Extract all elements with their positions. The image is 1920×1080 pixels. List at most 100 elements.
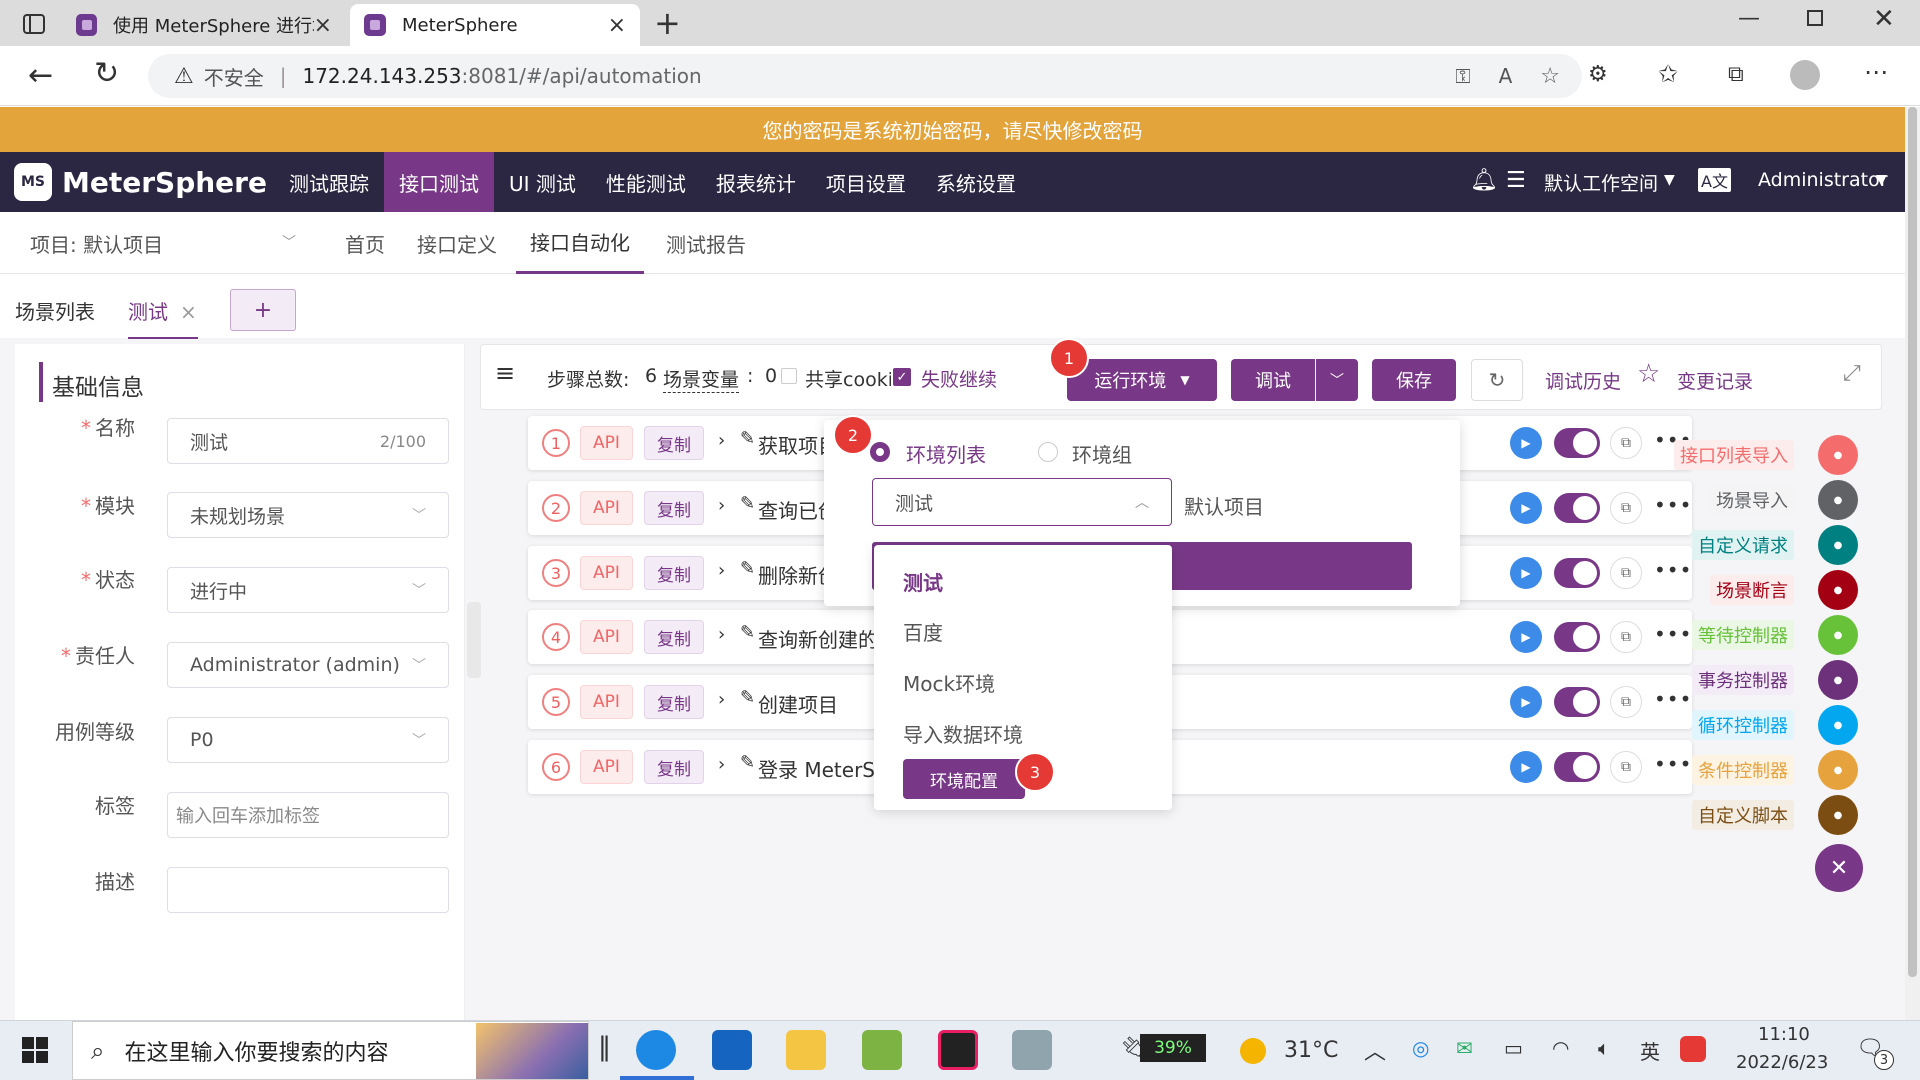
change-log-link[interactable]: 变更记录 [1677,367,1753,394]
refresh-icon[interactable]: ↻ [94,56,119,91]
share-cookie-checkbox[interactable] [781,368,797,384]
app-l-icon[interactable] [712,1030,752,1070]
wifi-icon[interactable]: ◠ [1552,1036,1569,1060]
run-step-icon[interactable]: ▶ [1510,492,1542,524]
project-select[interactable]: 项目: 默认项目 [30,212,163,274]
clock-date[interactable]: 2022/6/23 [1736,1052,1828,1073]
collapse-handle[interactable] [467,602,481,678]
nav-api-test[interactable]: 接口测试 [384,152,494,212]
wechat-icon[interactable]: ✉ [1456,1036,1473,1060]
edit-icon[interactable]: ✎ [740,687,755,708]
maximize-icon[interactable] [1807,10,1823,26]
subnav-api-automation[interactable]: 接口自动化 [516,212,644,274]
minimize-icon[interactable]: — [1738,6,1760,31]
chevron-right-icon[interactable]: › [718,430,725,451]
edit-icon[interactable]: ✎ [740,558,755,579]
nav-performance-test[interactable]: 性能测试 [591,152,701,212]
toolbox-label[interactable]: 循环控制器 [1692,710,1794,740]
ime-indicator[interactable]: 英 [1640,1036,1660,1065]
run-env-button[interactable]: 运行环境 ▼ [1067,359,1217,401]
tab-current-scenario[interactable]: 测试 × [128,296,198,339]
bell-icon[interactable]: 🔔︎ [1470,168,1498,193]
read-aloud-icon[interactable]: A [1499,64,1513,88]
module-select[interactable]: 未规划场景 ﹀ [167,492,449,538]
battery-icon[interactable]: ▭ [1504,1036,1523,1060]
nav-test-track[interactable]: 测试跟踪 [274,152,384,212]
task-view-icon[interactable]: ‖ [598,1032,611,1062]
copy-step-icon[interactable]: ⧉ [1610,492,1642,524]
more-options-icon[interactable]: ••• [1654,752,1692,776]
toolbox-label[interactable]: 场景断言 [1710,575,1794,605]
toolbox-icon[interactable]: ● [1818,705,1858,745]
run-step-icon[interactable]: ▶ [1510,427,1542,459]
edit-icon[interactable]: ✎ [740,493,755,514]
profile-avatar[interactable] [1790,60,1820,90]
volume-icon[interactable]: 🔈︎ [1598,1036,1610,1060]
app-tray-red-icon[interactable] [1680,1036,1706,1062]
copy-step-icon[interactable]: ⧉ [1610,557,1642,589]
env-option[interactable]: 导入数据环境 [903,719,1023,748]
toolbox-icon[interactable]: ● [1818,570,1858,610]
more-menu-icon[interactable]: ⋯ [1864,58,1888,86]
workspace-select[interactable]: 默认工作空间 [1544,169,1658,196]
copy-step-icon[interactable]: ⧉ [1610,621,1642,653]
close-tab-icon[interactable]: × [180,300,197,324]
taskbar-search[interactable]: ⌕ 在这里输入你要搜索的内容 [72,1021,589,1080]
copy-step-icon[interactable]: ⧉ [1610,751,1642,783]
owner-select[interactable]: Administrator (admin) ﹀ [167,642,449,688]
new-tab-icon[interactable]: + [654,4,681,42]
more-options-icon[interactable]: ••• [1654,493,1692,517]
close-toolbox-button[interactable]: ✕ [1815,844,1863,892]
level-select[interactable]: P0 ﹀ [167,717,449,763]
language-icon[interactable]: A文 [1698,168,1731,192]
subnav-api-definition[interactable]: 接口定义 [417,212,497,274]
save-button[interactable]: 保存 [1372,359,1456,401]
browser-tab-1[interactable]: 使用 MeterSphere 进行场景化接 × [62,4,346,46]
step-enable-toggle[interactable] [1554,622,1600,652]
menu-icon[interactable]: ≡ [495,359,515,387]
chevron-right-icon[interactable]: › [718,754,725,775]
status-select[interactable]: 进行中 ﹀ [167,567,449,613]
nav-project-settings[interactable]: 项目设置 [811,152,921,212]
toolbox-icon[interactable]: ● [1818,480,1858,520]
windows-start-icon[interactable] [22,1037,48,1063]
scrollbar-thumb[interactable] [1908,107,1917,977]
run-step-icon[interactable]: ▶ [1510,621,1542,653]
copy-step-icon[interactable]: ⧉ [1610,427,1642,459]
tab-actions-icon[interactable] [20,10,48,38]
star-icon[interactable]: ☆ [1637,359,1660,389]
step-enable-toggle[interactable] [1554,558,1600,588]
chevron-right-icon[interactable]: › [718,560,725,581]
scenario-vars-link[interactable]: 场景变量 [663,365,740,393]
debug-button[interactable]: 调试 [1231,359,1315,401]
collections-icon[interactable]: ⧉ [1728,62,1744,87]
nav-system-settings[interactable]: 系统设置 [921,152,1031,212]
nav-ui-test[interactable]: UI 测试 [494,152,591,212]
toolbox-icon[interactable]: ● [1818,660,1858,700]
chevron-right-icon[interactable]: › [718,624,725,645]
run-step-icon[interactable]: ▶ [1510,686,1542,718]
toolbox-label[interactable]: 接口列表导入 [1674,440,1794,470]
debug-history-link[interactable]: 调试历史 [1545,367,1621,394]
chevron-right-icon[interactable]: › [718,495,725,516]
toolbox-icon[interactable]: ● [1818,615,1858,655]
chevron-down-icon[interactable]: ﹀ [282,232,296,252]
user-caret-icon[interactable]: ▼ [1876,172,1887,188]
step-enable-toggle[interactable] [1554,493,1600,523]
toolbox-label[interactable]: 场景导入 [1710,485,1794,515]
browser-tab-2[interactable]: MeterSphere × [350,4,640,46]
file-explorer-icon[interactable] [786,1030,826,1070]
radio-env-group[interactable] [1038,442,1058,462]
task-list-icon[interactable]: ☰ [1506,168,1526,193]
copy-step-icon[interactable]: ⧉ [1610,686,1642,718]
intellij-icon[interactable] [938,1030,978,1070]
toolbox-icon[interactable]: ● [1818,525,1858,565]
step-enable-toggle[interactable] [1554,752,1600,782]
close-tab-icon[interactable]: × [608,13,626,38]
add-tab-button[interactable]: + [230,289,296,331]
run-step-icon[interactable]: ▶ [1510,557,1542,589]
toolbox-icon[interactable]: ● [1818,750,1858,790]
refresh-button[interactable]: ↻ [1471,359,1523,401]
subnav-test-report[interactable]: 测试报告 [666,212,746,274]
workspace-caret-icon[interactable]: ▼ [1664,172,1675,188]
